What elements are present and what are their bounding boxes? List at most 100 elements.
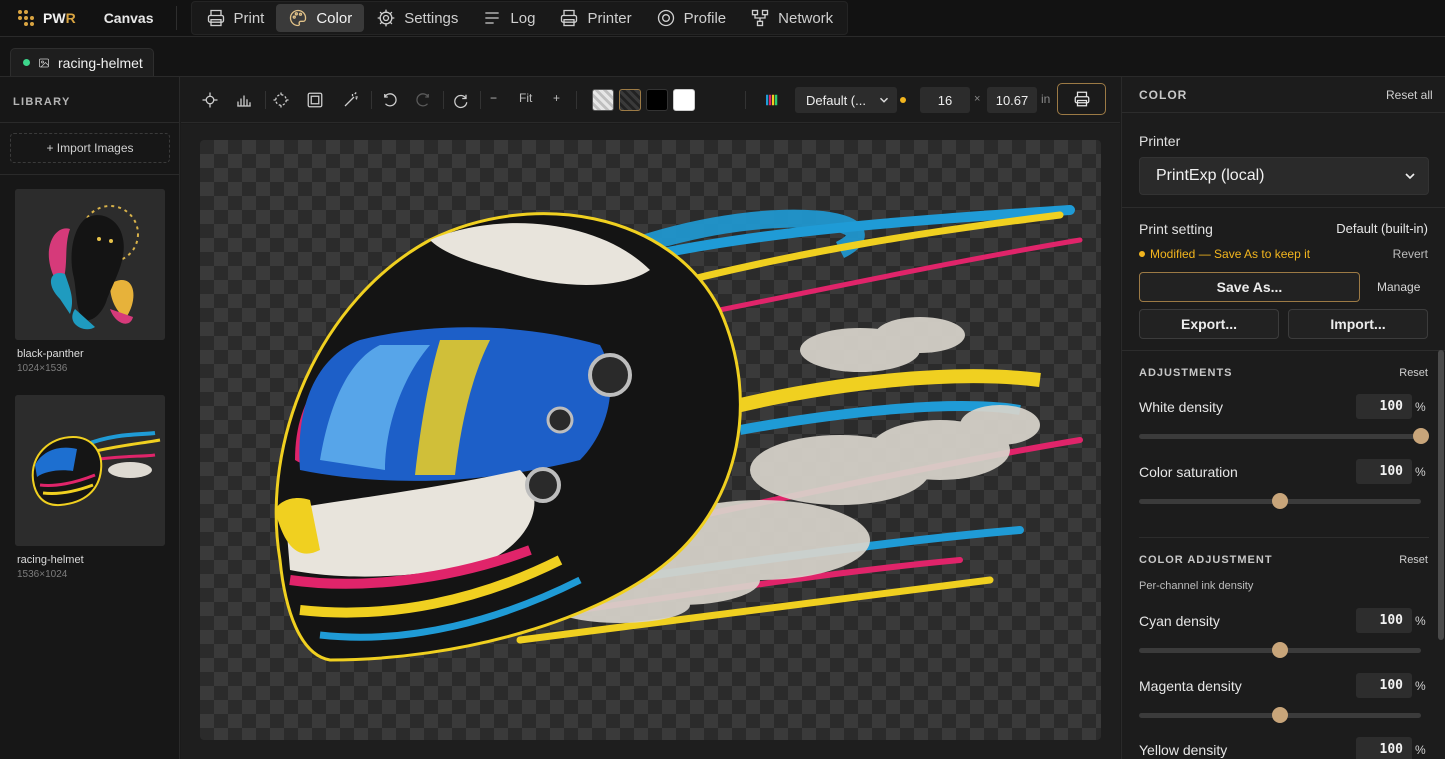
unit-label: in: [1041, 92, 1051, 106]
dashed-select-icon: [273, 92, 289, 108]
bg-light-checker-swatch[interactable]: [592, 89, 614, 111]
magenta-density-input[interactable]: 100: [1356, 673, 1412, 698]
undo-button[interactable]: [379, 89, 401, 111]
import-images-button[interactable]: + Import Images: [10, 133, 170, 163]
zoom-in-button[interactable]: +: [553, 91, 560, 105]
color-adjustment-reset-button[interactable]: Reset: [1399, 554, 1428, 566]
divider: [576, 91, 577, 109]
canvas-stage[interactable]: [181, 124, 1120, 759]
histogram-button[interactable]: [233, 89, 255, 111]
racing-helmet-thumbnail: [15, 395, 165, 546]
app-brand[interactable]: PWR: [0, 0, 76, 36]
library-item-black-panther[interactable]: [15, 189, 165, 340]
nav-network[interactable]: Network: [738, 4, 845, 32]
times-label: ×: [974, 93, 981, 105]
magic-wand-icon: [344, 92, 358, 107]
import-button[interactable]: Import...: [1288, 309, 1428, 339]
racing-helmet-artwork: [274, 205, 1083, 662]
nav-profile[interactable]: Profile: [644, 4, 739, 32]
network-icon: [751, 9, 769, 27]
frame-tool-button[interactable]: [304, 89, 326, 111]
color-profile-button[interactable]: [761, 89, 783, 111]
cyan-density-label: Cyan density: [1139, 613, 1220, 629]
printer-label: Printer: [1139, 133, 1181, 149]
slider-knob[interactable]: [1272, 707, 1288, 723]
nav-print[interactable]: Print: [194, 4, 277, 32]
yellow-density-input[interactable]: 100: [1356, 737, 1412, 759]
canvas-artboard[interactable]: [200, 140, 1101, 740]
color-adjustment-subtitle: Per-channel ink density: [1139, 580, 1254, 592]
nav-settings[interactable]: Settings: [364, 4, 470, 32]
panel-title: COLOR: [1139, 88, 1188, 102]
slider-knob[interactable]: [1272, 642, 1288, 658]
zoom-out-button[interactable]: −: [490, 91, 497, 105]
nav-log[interactable]: Log: [470, 4, 547, 32]
divider: [0, 174, 180, 175]
bg-black-swatch[interactable]: [646, 89, 668, 111]
histogram-icon: [237, 95, 251, 107]
color-adjustment-title: COLOR ADJUSTMENT: [1139, 554, 1273, 566]
library-item-racing-helmet[interactable]: [15, 395, 165, 546]
printer-icon: [1074, 91, 1089, 107]
print-setting-label: Print setting: [1139, 221, 1213, 237]
nav-label: Log: [510, 9, 536, 27]
bg-white-swatch[interactable]: [673, 89, 695, 111]
select-value: Default (...: [806, 92, 866, 108]
yellow-density-label: Yellow density: [1139, 742, 1228, 758]
manage-button[interactable]: Manage: [1377, 280, 1420, 294]
modified-notice: Modified — Save As to keep it: [1150, 247, 1311, 261]
printer-select-value: PrintExp (local): [1156, 167, 1265, 184]
color-saturation-input[interactable]: 100: [1356, 459, 1412, 484]
target-icon: [657, 9, 674, 27]
brand-name: PWR: [43, 10, 76, 26]
cyan-density-slider[interactable]: [1139, 642, 1421, 658]
adjustments-reset-button[interactable]: Reset: [1399, 367, 1428, 379]
refresh-icon: [454, 94, 468, 109]
slider-knob[interactable]: [1413, 428, 1429, 444]
divider: [175, 6, 177, 30]
printer-icon: [207, 9, 224, 27]
bg-dark-checker-swatch[interactable]: [619, 89, 641, 111]
nav-label: Print: [233, 9, 265, 27]
magic-wand-button[interactable]: [340, 89, 362, 111]
redo-button[interactable]: [412, 89, 434, 111]
document-tabs: racing-helmet: [0, 37, 1445, 77]
slider-knob[interactable]: [1272, 493, 1288, 509]
reset-view-button[interactable]: [449, 89, 471, 111]
nav-color[interactable]: Color: [276, 4, 365, 32]
nav-label: Color: [316, 9, 353, 27]
white-density-input[interactable]: 100: [1356, 394, 1412, 419]
nav-printer[interactable]: Printer: [547, 4, 643, 32]
nav-label: Profile: [683, 9, 727, 27]
divider: [1122, 112, 1445, 113]
printer-icon: [561, 9, 578, 27]
print-profile-select[interactable]: Default (...: [795, 87, 897, 113]
canvas-link[interactable]: Canvas: [104, 10, 154, 26]
divider: [1122, 207, 1445, 208]
print-button[interactable]: [1057, 83, 1106, 115]
panel-scrollbar[interactable]: [1438, 350, 1444, 640]
print-setting-value: Default (built-in): [1336, 221, 1428, 236]
printer-select[interactable]: PrintExp (local): [1139, 157, 1429, 195]
frame-icon: [307, 92, 323, 108]
width-input[interactable]: 16: [920, 87, 970, 113]
export-button[interactable]: Export...: [1139, 309, 1279, 339]
magenta-density-slider[interactable]: [1139, 707, 1421, 723]
select-tool-button[interactable]: [270, 89, 292, 111]
revert-button[interactable]: Revert: [1393, 247, 1428, 261]
divider: [0, 122, 180, 123]
color-saturation-slider[interactable]: [1139, 493, 1421, 509]
brand-logo-icon: [18, 10, 34, 26]
tab-racing-helmet[interactable]: racing-helmet: [10, 48, 154, 76]
save-as-button[interactable]: Save As...: [1139, 272, 1360, 302]
zoom-fit-button[interactable]: Fit: [519, 91, 532, 105]
color-bars-icon: [766, 94, 778, 106]
percent-label: %: [1415, 743, 1426, 757]
cyan-density-input[interactable]: 100: [1356, 608, 1412, 633]
magenta-density-label: Magenta density: [1139, 678, 1242, 694]
divider: [745, 91, 746, 109]
white-density-slider[interactable]: [1139, 428, 1429, 444]
center-tool-button[interactable]: [199, 89, 221, 111]
reset-all-button[interactable]: Reset all: [1386, 88, 1433, 102]
height-input[interactable]: 10.67: [987, 87, 1037, 113]
